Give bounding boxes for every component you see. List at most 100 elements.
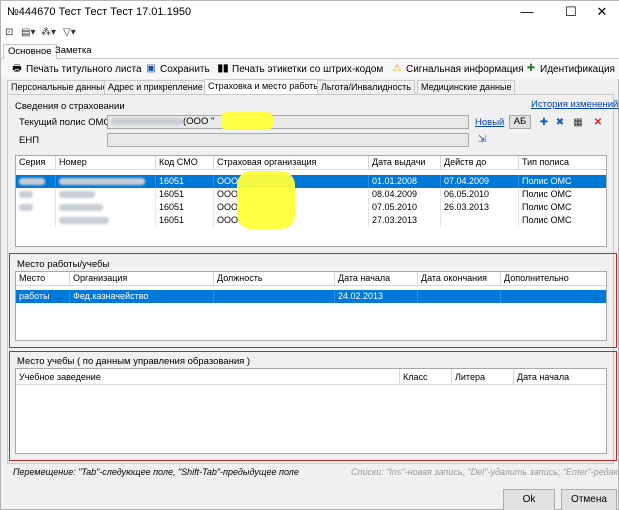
col-additional[interactable]: Дополнительно <box>501 272 606 286</box>
redacted-text <box>59 217 109 225</box>
col-letter[interactable]: Литера <box>452 369 514 385</box>
minimize-button[interactable]: — <box>509 1 545 25</box>
window-title: №444670 Тест Тест Тест 17.01.1950 <box>7 6 192 18</box>
document-dropdown-icon[interactable]: ▤▾ <box>21 27 35 38</box>
cancel-button[interactable]: Отмена <box>561 489 617 510</box>
policy-value: (ООО " <box>183 116 215 127</box>
redacted-text <box>111 117 183 125</box>
col-class[interactable]: Класс <box>400 369 452 385</box>
cell-number <box>56 175 156 188</box>
status-list-hint: Списки: "Ins"-новая запись, "Del"-удалит… <box>351 467 619 477</box>
save-button[interactable]: ▣ Сохранить <box>145 61 210 77</box>
ribbon-tabs: Основное Заметка <box>1 43 619 59</box>
table-row[interactable]: 16051 ООО " 07.05.2010 26.03.2013 Полис … <box>16 201 606 214</box>
table-row[interactable]: 16051 ООО " 08.04.2009 06.05.2010 Полис … <box>16 188 606 201</box>
cell-issue-date: 27.03.2013 <box>369 214 441 227</box>
ribbon-tab-note[interactable]: Заметка <box>51 44 96 59</box>
policy-field[interactable]: (ООО " <box>107 115 469 129</box>
cell-series <box>16 175 56 188</box>
col-series[interactable]: Серия <box>16 156 56 170</box>
redacted-text <box>59 204 103 212</box>
col-place[interactable]: Место <box>16 272 70 286</box>
enp-field[interactable] <box>107 133 469 147</box>
delete-icon[interactable]: ✕ <box>591 116 605 130</box>
cell-series <box>16 201 56 214</box>
cell-series <box>16 214 56 227</box>
cell-place: работы <box>16 290 70 303</box>
col-position[interactable]: Должность <box>214 272 335 286</box>
cell-number <box>56 201 156 214</box>
close-button[interactable]: ✕ <box>584 1 619 25</box>
cell-policy-type: Полис ОМС <box>519 188 606 201</box>
insurance-table-header: Серия Номер Код СМО Страховая организаци… <box>16 156 606 170</box>
redaction-highlight <box>221 112 273 130</box>
insurance-table: Серия Номер Код СМО Страховая организаци… <box>15 155 607 247</box>
col-number[interactable]: Номер <box>56 156 156 170</box>
redacted-text <box>59 178 145 186</box>
signal-info-button[interactable]: ⚠ Сигнальная информация <box>391 61 524 77</box>
identify-button[interactable]: ✚ Идентификация <box>525 61 615 77</box>
tab-insurance-work[interactable]: Страховка и место работы <box>204 79 324 94</box>
ok-button[interactable]: Ok <box>503 489 555 510</box>
col-end-date[interactable]: Дата окончания <box>418 272 501 286</box>
enp-label: ЕНП <box>19 135 40 146</box>
cell-issue-date: 01.01.2008 <box>369 175 441 188</box>
ribbon-tab-main[interactable]: Основное <box>3 44 57 59</box>
cell-number <box>56 214 156 227</box>
table-row[interactable]: 16051 ООО " 01.01.2008 07.04.2009 Полис … <box>16 175 606 188</box>
app-menu-icon[interactable]: ⊡ <box>5 27 13 38</box>
table-row[interactable]: работы Фед.казначейство 24.02.2013 <box>16 290 606 303</box>
study-group-label: Место учебы ( по данным управления образ… <box>17 356 251 367</box>
study-table-header: Учебное заведение Класс Литера Дата нача… <box>16 369 606 385</box>
new-policy-link[interactable]: Новый <box>475 117 504 128</box>
barcode-icon: ▮▮ <box>217 63 229 74</box>
status-navigation-hint: Перемещение: "Tab"-следующее поле, "Shif… <box>13 467 299 477</box>
filter-dropdown-icon[interactable]: ▽▾ <box>63 27 76 38</box>
settings-dropdown-icon[interactable]: ⁂▾ <box>41 27 56 38</box>
redacted-text <box>59 191 95 199</box>
col-institution[interactable]: Учебное заведение <box>16 369 400 385</box>
col-start-date[interactable]: Дата начала <box>335 272 418 286</box>
tab-benefits[interactable]: Льгота/Инвалидность <box>317 80 415 94</box>
cell-organization: Фед.казначейство <box>70 290 214 303</box>
col-policy-type[interactable]: Тип полиса <box>519 156 606 170</box>
col-organization[interactable]: Организация <box>70 272 214 286</box>
work-table: Место Организация Должность Дата начала … <box>15 271 607 341</box>
save-icon: ▣ <box>146 63 156 74</box>
save-label: Сохранить <box>160 63 210 75</box>
tab-personal-data[interactable]: Персональные данные <box>7 80 112 94</box>
tab-address[interactable]: Адрес и прикрепление <box>104 80 207 94</box>
enp-lookup-icon[interactable]: ⇲ <box>475 133 489 147</box>
col-issue-date[interactable]: Дата выдачи <box>369 156 441 170</box>
insurance-group-label: Сведения о страховании <box>15 101 125 112</box>
redacted-text <box>19 178 45 186</box>
col-smo-code[interactable]: Код СМО <box>156 156 214 170</box>
table-row[interactable]: 16051 ООО " 27.03.2013 Полис ОМС <box>16 214 606 227</box>
cell-policy-type: Полис ОМС <box>519 201 606 214</box>
add-oms-icon[interactable]: ✚ <box>537 116 551 130</box>
redaction-highlight <box>237 171 295 229</box>
print-title-page-button[interactable]: 🖶 Печать титульного листа <box>11 61 142 77</box>
properties-icon[interactable]: ▦ <box>571 116 585 130</box>
cell-valid-until <box>441 214 519 227</box>
cell-start-date: 24.02.2013 <box>335 290 418 303</box>
cell-smo-code: 16051 <box>156 214 214 227</box>
col-insurer[interactable]: Страховая организация <box>214 156 369 170</box>
title-bar: №444670 Тест Тест Тест 17.01.1950 — ☐ ✕ <box>1 1 619 25</box>
cell-end-date <box>418 290 501 303</box>
col-valid-until[interactable]: Действ до <box>441 156 519 170</box>
work-group-label: Место работы/учебы <box>17 259 110 270</box>
policy-label: Текущий полис ОМС <box>19 117 111 128</box>
cell-valid-until: 26.03.2013 <box>441 201 519 214</box>
remove-oms-icon[interactable]: ✖ <box>553 116 567 130</box>
ab-button[interactable]: АБ <box>509 115 531 129</box>
col-study-start-date[interactable]: Дата начала <box>514 369 606 385</box>
print-title-page-label: Печать титульного листа <box>26 63 142 75</box>
cell-position <box>214 290 335 303</box>
tab-medical-data[interactable]: Медицинские данные <box>417 80 516 94</box>
cell-number <box>56 188 156 201</box>
print-barcode-label: Печать этикетки со штрих-кодом <box>232 63 384 75</box>
history-link[interactable]: История изменений <box>531 99 618 110</box>
section-tabs: Персональные данные Адрес и прикрепление… <box>7 79 613 94</box>
print-barcode-label-button[interactable]: ▮▮ Печать этикетки со штрих-кодом <box>217 61 383 77</box>
